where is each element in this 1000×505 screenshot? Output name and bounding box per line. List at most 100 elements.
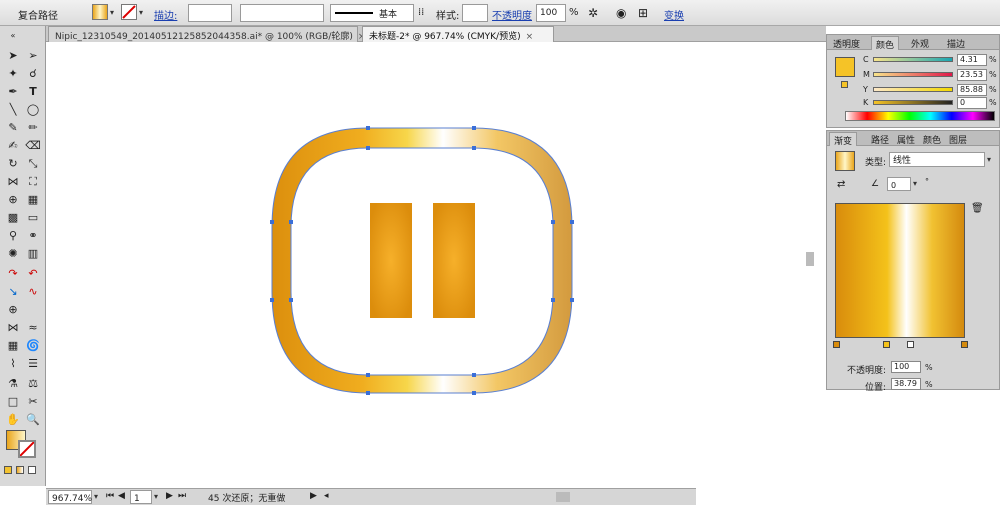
lasso-icon[interactable]: ☌ — [24, 66, 42, 82]
perspective-grid-icon[interactable]: ▦ — [24, 192, 42, 208]
first-page-icon[interactable]: ⏮ — [106, 491, 114, 501]
fill-dropdown-icon[interactable]: ▾ — [110, 8, 114, 26]
tab-attributes[interactable]: 属性 — [893, 132, 919, 146]
prev-page-icon[interactable]: ◀ — [118, 491, 125, 501]
stop-position-field[interactable]: 38.79 — [891, 378, 921, 390]
reverse-gradient-icon[interactable]: ⇄ — [837, 179, 845, 190]
tab-transparency[interactable]: 透明度 — [829, 36, 864, 50]
stroke-link[interactable]: 描边: — [154, 7, 177, 22]
fill-color-preview[interactable] — [835, 57, 855, 77]
tab-nipic-document[interactable]: Nipic_12310549_20140512125852044358.ai* … — [48, 26, 365, 42]
ellipse-tool-icon[interactable]: ◯ — [24, 102, 42, 118]
pencil-icon[interactable]: ✏ — [24, 120, 42, 136]
hand-tool-icon[interactable]: ✋ — [4, 412, 22, 428]
paintbrush-icon[interactable]: ✎ — [4, 120, 22, 136]
selection-tool-icon[interactable]: ➤ — [4, 48, 22, 64]
last-page-icon[interactable]: ⏭ — [178, 491, 186, 501]
column-graph-icon[interactable]: ▥ — [24, 246, 42, 262]
path-tool-a-icon[interactable]: ↷ — [4, 266, 22, 282]
eyedropper-2-icon[interactable]: ⚗ — [4, 376, 22, 392]
color-mode-icon[interactable] — [4, 466, 12, 474]
grid-tool-icon[interactable]: ▦ — [4, 338, 22, 354]
graph-tool-icon[interactable]: ⌇ — [4, 356, 22, 372]
gradient-tool-icon[interactable]: ▭ — [24, 210, 42, 226]
color-spectrum[interactable] — [845, 111, 995, 121]
type-tool-icon[interactable]: T — [24, 84, 42, 100]
gradient-thumbnail[interactable] — [835, 151, 855, 171]
gradient-stop-4[interactable] — [961, 341, 968, 348]
scroll-left-icon[interactable]: ◂ — [324, 491, 329, 501]
list-tool-icon[interactable]: ☰ — [24, 356, 42, 372]
opacity-link[interactable]: 不透明度 — [492, 7, 532, 22]
twirl-icon[interactable]: 🌀 — [24, 338, 42, 354]
stop-opacity-field[interactable]: 100 — [891, 361, 921, 373]
path-tool-d-icon[interactable]: ∿ — [24, 284, 42, 300]
angle-dropdown-icon[interactable]: ▾ — [913, 179, 917, 188]
stroke-weight-field[interactable] — [188, 4, 232, 22]
measure-tool-icon[interactable]: ⚖ — [24, 376, 42, 392]
delete-stop-icon[interactable]: 🗑 — [971, 203, 984, 214]
line-tool-icon[interactable]: ╲ — [4, 102, 22, 118]
scale-tool-icon[interactable]: ⤡ — [24, 156, 42, 172]
path-tool-c-icon[interactable]: ↘ — [4, 284, 22, 300]
graphic-style-swatch[interactable] — [462, 4, 488, 22]
width-tool-icon[interactable]: ⋈ — [4, 174, 22, 190]
channel-y-slider[interactable] — [873, 87, 953, 92]
envelope-icon[interactable]: ⋈ — [4, 320, 22, 336]
stroke-swatch[interactable] — [121, 4, 137, 20]
document-setup-icon[interactable]: ◉ — [616, 6, 626, 24]
gradient-preview[interactable] — [835, 203, 965, 338]
tab-pathfinder[interactable]: 路径 — [867, 132, 893, 146]
gradient-stop-3[interactable] — [907, 341, 914, 348]
angle-field[interactable]: 0 — [887, 177, 911, 191]
next-page-icon[interactable]: ▶ — [166, 491, 173, 501]
direct-selection-tool-icon[interactable]: ➢ — [24, 48, 42, 64]
close-icon[interactable]: × — [526, 32, 534, 42]
magic-wand-icon[interactable]: ✦ — [4, 66, 22, 82]
tab-untitled-2[interactable]: 未标题-2* @ 967.74% (CMYK/预览) × — [362, 26, 554, 42]
tab-color[interactable]: 颜色 — [871, 36, 900, 51]
shape-builder-icon[interactable]: ⊕ — [4, 192, 22, 208]
page-field[interactable]: 1 — [130, 490, 152, 504]
blend-tool-icon[interactable]: ⚭ — [24, 228, 42, 244]
type-dropdown-icon[interactable]: ▾ — [987, 155, 991, 164]
tab-gradient[interactable]: 渐变 — [829, 132, 858, 147]
collapse-icon[interactable]: « — [4, 28, 22, 44]
tab-color-2[interactable]: 颜色 — [919, 132, 945, 146]
fill-swatch[interactable] — [92, 4, 108, 22]
gradient-type-select[interactable]: 线性 — [889, 152, 985, 167]
variable-width-field[interactable] — [240, 4, 324, 22]
opacity-field[interactable]: 100 — [536, 4, 566, 22]
eraser-icon[interactable]: ⌫ — [24, 138, 42, 154]
mesh-tool-icon[interactable]: ▩ — [4, 210, 22, 226]
status-menu-icon[interactable]: ▶ — [310, 491, 317, 501]
tab-appearance[interactable]: 外观 — [907, 36, 933, 50]
tab-stroke[interactable]: 描边 — [943, 36, 969, 50]
warp-icon[interactable]: ≈ — [24, 320, 42, 336]
page-dropdown-icon[interactable]: ▾ — [154, 492, 158, 501]
free-transform-icon[interactable]: ⛶ — [24, 174, 42, 190]
align-icon[interactable]: ⁞⁞ — [418, 7, 424, 25]
gradient-mode-icon[interactable] — [16, 466, 24, 474]
channel-c-slider[interactable] — [873, 57, 953, 62]
channel-m-slider[interactable] — [873, 72, 953, 77]
tab-layers[interactable]: 图层 — [945, 132, 971, 146]
channel-k-value[interactable]: 0 — [957, 97, 987, 109]
path-tool-b-icon[interactable]: ↶ — [24, 266, 42, 282]
gradient-stop-1[interactable] — [833, 341, 840, 348]
slice-tool-icon[interactable]: ✂ — [24, 394, 42, 410]
symbol-sprayer-icon[interactable]: ✺ — [4, 246, 22, 262]
channel-c-value[interactable]: 4.31 — [957, 54, 987, 66]
align-options-icon[interactable]: ⊞ — [638, 6, 648, 24]
pause-button-artwork[interactable] — [46, 42, 814, 488]
brush-definition[interactable]: 基本 — [330, 4, 414, 22]
zoom-tool-icon[interactable]: 🔍 — [24, 412, 42, 428]
eyedropper-icon[interactable]: ⚲ — [4, 228, 22, 244]
stroke-color-box[interactable] — [18, 440, 36, 458]
channel-y-value[interactable]: 85.88 — [957, 84, 987, 96]
recolor-icon[interactable]: ✲ — [588, 6, 598, 24]
zoom-field[interactable]: 967.74% — [48, 490, 92, 504]
horizontal-scrollbar-thumb[interactable] — [556, 492, 570, 502]
vertical-scrollbar-thumb[interactable] — [806, 252, 814, 266]
artboard-tool-icon[interactable]: □ — [4, 394, 22, 410]
